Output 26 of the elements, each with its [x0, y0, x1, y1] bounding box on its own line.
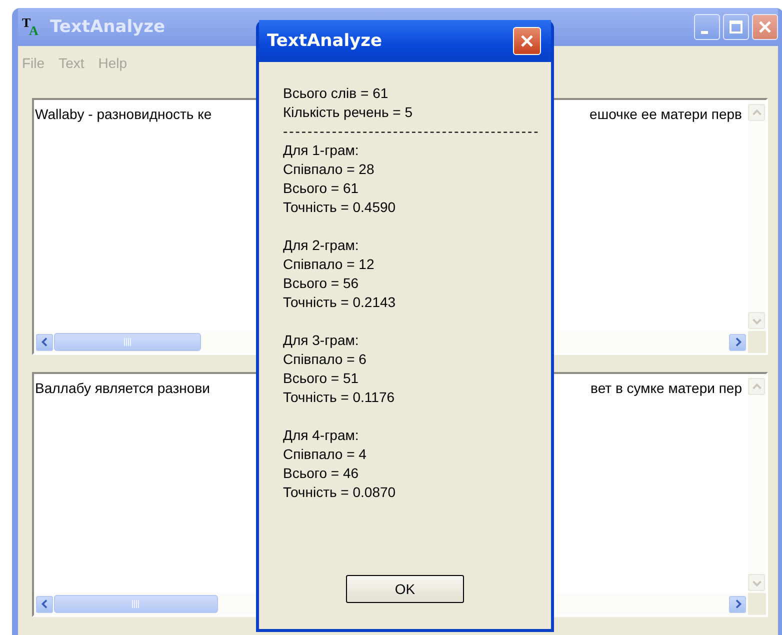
result-line: Всього слів = 61 [283, 84, 388, 103]
text-content: Wallaby - разновидность ке [35, 106, 212, 122]
text-content: вет в сумке матери пер [590, 380, 742, 396]
group-heading: Для 3-грам: [283, 331, 359, 350]
result-line: Всього = 46 [283, 464, 359, 483]
dialog-title: TextAnalyze [267, 31, 382, 51]
window-title: TextAnalyze [50, 17, 166, 37]
app-icon: TA [22, 17, 42, 37]
result-line: Співпало = 6 [283, 350, 366, 369]
result-line: Точність = 0.0870 [283, 483, 396, 502]
result-line: Точність = 0.2143 [283, 293, 396, 312]
result-line: Співпало = 28 [283, 160, 374, 179]
group-heading: Для 2-грам: [283, 236, 359, 255]
result-line: Всього = 51 [283, 369, 359, 388]
result-line: Співпало = 4 [283, 445, 366, 464]
result-line: Співпало = 12 [283, 255, 374, 274]
result-line: Кількість речень = 5 [283, 103, 413, 122]
separator-line: ------------------------------------------ [283, 122, 540, 141]
group-heading: Для 4-грам: [283, 426, 359, 445]
result-line: Всього = 56 [283, 274, 359, 293]
text-content: Валлабу является разнови [35, 380, 210, 396]
result-line: Точність = 0.4590 [283, 198, 396, 217]
result-line: Точність = 0.1176 [283, 388, 395, 407]
group-heading: Для 1-грам: [283, 141, 359, 160]
result-line: Всього = 61 [283, 179, 359, 198]
text-content: ешочке ее матери перв [590, 106, 742, 122]
